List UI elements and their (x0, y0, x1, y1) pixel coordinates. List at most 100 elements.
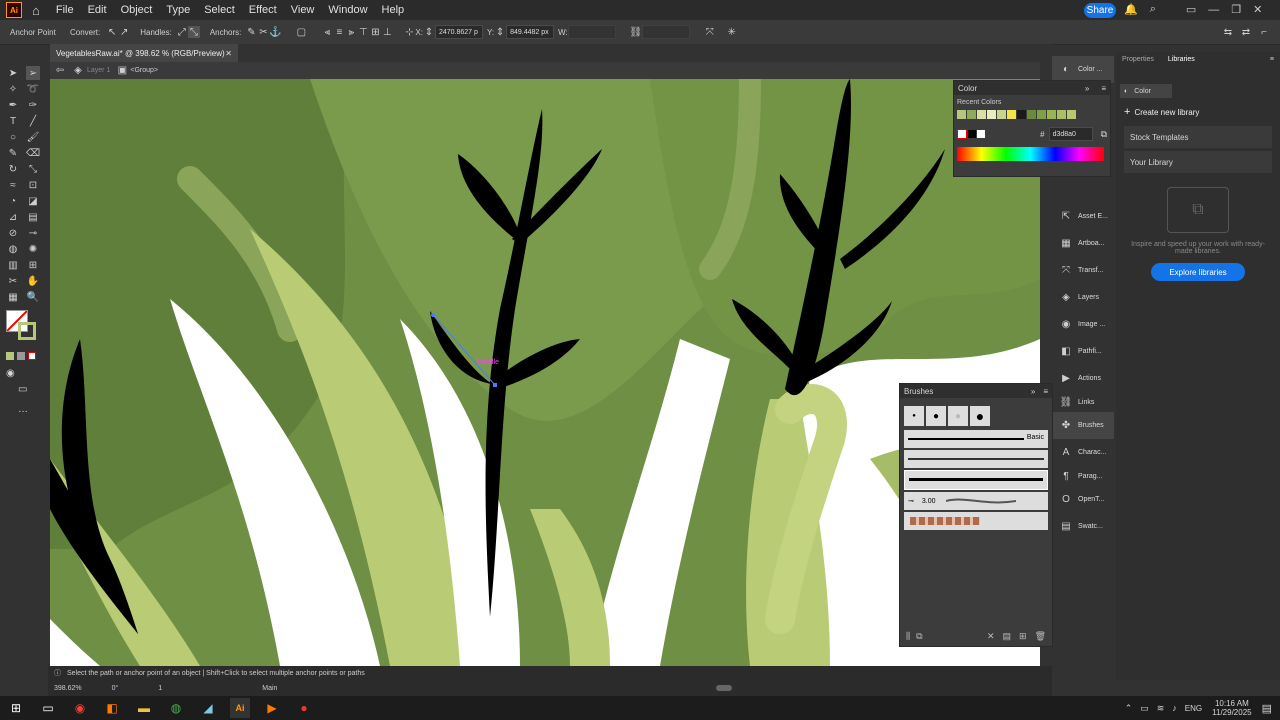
none-swatch[interactable] (957, 129, 967, 139)
recent-swatch[interactable] (1047, 110, 1056, 119)
illustrator-taskbar-icon[interactable]: Ai (230, 698, 250, 718)
dock-actions[interactable]: ▶ Actions (1052, 365, 1114, 392)
dock-links[interactable]: ⛓ Links (1052, 392, 1114, 412)
brush-dot-small[interactable]: ● (904, 406, 924, 426)
back-arrow-icon[interactable]: ⇦ (54, 65, 66, 77)
stroke-swatch[interactable] (18, 322, 36, 340)
convert-smooth-icon[interactable]: ↗ (118, 26, 130, 38)
explore-libraries-button[interactable]: Explore libraries (1151, 263, 1245, 281)
free-transform-icon[interactable]: ⊡ (26, 178, 40, 192)
none-mode-icon[interactable] (28, 352, 36, 360)
dock-opentype[interactable]: O OpenT... (1052, 486, 1114, 513)
network-icon[interactable]: ▭ (1140, 703, 1149, 714)
panel-menu-icon[interactable]: ⇆ (1222, 26, 1234, 38)
copy-hex-icon[interactable]: ⧉ (1101, 129, 1107, 140)
stock-templates-item[interactable]: Stock Templates (1124, 126, 1272, 148)
artboard-canvas[interactable]: handle (50, 79, 1040, 666)
blend-tool-icon[interactable]: ◍ (6, 242, 20, 256)
recolor-icon[interactable]: ✳ (726, 26, 738, 38)
notifications-icon[interactable]: ▤ (1262, 702, 1272, 715)
breadcrumb-group[interactable]: <Group> (130, 67, 158, 74)
x-field[interactable]: 2470.8627 p (434, 25, 483, 39)
brush-libraries-icon[interactable]: ⫼ (906, 631, 910, 642)
brush-dot-medium[interactable]: ● (926, 406, 946, 426)
magic-wand-icon[interactable]: ✧ (6, 82, 20, 96)
white-swatch[interactable] (977, 130, 985, 138)
brush-dot-soft[interactable]: ● (948, 406, 968, 426)
document-tab[interactable]: VegetablesRaw.ai* @ 398.62 % (RGB/Previe… (50, 44, 238, 62)
task-view-icon[interactable]: ▭ (38, 698, 58, 718)
draw-mode-icon[interactable]: ◉ (6, 368, 15, 379)
dock-asset-export[interactable]: ⇱ Asset E... (1052, 203, 1114, 230)
align-left-icon[interactable]: ⫷ (321, 26, 333, 38)
menu-window[interactable]: Window (328, 4, 367, 16)
shape-builder-icon[interactable]: ◔ (6, 194, 20, 208)
menu-type[interactable]: Type (166, 4, 190, 16)
wifi-icon[interactable]: ≋ (1157, 703, 1165, 714)
panel-menu-icon[interactable]: ≡ (1043, 387, 1048, 396)
rotate-tool-icon[interactable]: ↻ (6, 162, 20, 176)
language-indicator[interactable]: ENG (1185, 704, 1202, 713)
eraser-icon[interactable]: ⌫ (26, 146, 40, 160)
color-mode-icon[interactable] (6, 352, 14, 360)
dock-character[interactable]: A Charac... (1052, 439, 1114, 466)
selection-tool-icon[interactable]: ➤ (6, 66, 20, 80)
zoom-level[interactable]: 398.62% (54, 685, 82, 692)
slice-tool-icon[interactable]: ✂ (6, 274, 20, 288)
curvature-tool-icon[interactable]: ✑ (26, 98, 40, 112)
home-icon[interactable]: ⌂ (32, 3, 40, 18)
tab-properties[interactable]: Properties (1122, 56, 1154, 63)
lasso-icon[interactable]: ➰ (26, 82, 40, 96)
measure-tool-icon[interactable]: ⊸ (26, 226, 40, 240)
direction-point[interactable] (431, 313, 435, 317)
x-stepper-icon[interactable]: ⇕ (423, 26, 435, 38)
pen-tool-icon[interactable]: ✒ (6, 98, 20, 112)
arrange-icon[interactable]: ▭ (1186, 3, 1196, 16)
brush-dot-large[interactable]: ● (970, 406, 990, 426)
tray-chevron-icon[interactable]: ⌃ (1125, 703, 1133, 714)
dock-paragraph[interactable]: ¶ Parag... (1052, 466, 1114, 486)
more-tools-icon[interactable]: … (18, 404, 28, 415)
shaper-tool-icon[interactable]: ✎ (6, 146, 20, 160)
menu-help[interactable]: Help (382, 4, 405, 16)
panel-collapse-icon[interactable]: » (1031, 387, 1035, 396)
notes-icon[interactable]: ◢ (198, 698, 218, 718)
media-icon[interactable]: ▶ (262, 698, 282, 718)
clock[interactable]: 10:16 AM 11/29/2025 (1212, 699, 1251, 717)
dock-color[interactable]: ◐ Color ... (1052, 56, 1114, 83)
recent-swatch[interactable] (967, 110, 976, 119)
align-right-icon[interactable]: ⫸ (345, 26, 357, 38)
w-field[interactable] (567, 25, 616, 39)
align-center-icon[interactable]: ≡ (333, 26, 345, 38)
search-icon[interactable]: ⌕ (1150, 3, 1156, 16)
align-bottom-icon[interactable]: ⊥ (381, 26, 393, 38)
hide-handles-icon[interactable]: ⤡ (187, 26, 200, 38)
recent-swatch[interactable] (1017, 110, 1026, 119)
delete-brush-icon[interactable]: 🗑 (1035, 631, 1046, 642)
perspective-grid-icon[interactable]: ⊿ (6, 210, 20, 224)
show-handles-icon[interactable]: ⤢ (176, 26, 188, 38)
file-explorer-icon[interactable]: ▬ (134, 698, 154, 718)
menu-object[interactable]: Object (121, 4, 153, 16)
link-icon[interactable]: ⛓ (629, 26, 642, 38)
recent-swatch[interactable] (1057, 110, 1066, 119)
dock-layers[interactable]: ◈ Layers (1052, 284, 1114, 311)
ellipse-tool-icon[interactable]: ○ (6, 130, 20, 144)
dock-artboards[interactable]: ▦ Artboa... (1052, 230, 1114, 257)
create-new-library[interactable]: + Create new library (1124, 106, 1280, 118)
rotation-value[interactable]: 0° (112, 685, 119, 692)
warp-tool-icon[interactable]: ≈ (6, 178, 20, 192)
app-icon[interactable]: ◧ (102, 698, 122, 718)
panel-menu-icon[interactable]: ≡ (1270, 56, 1274, 63)
transform-icon[interactable]: ▢ (295, 26, 307, 38)
y-field[interactable]: 849.4482 px (506, 25, 555, 39)
artboard-tool-icon[interactable]: ⊞ (26, 258, 40, 272)
anchor-point[interactable] (493, 383, 497, 387)
share-button[interactable]: Share (1084, 3, 1116, 18)
new-brush-icon[interactable]: ⊞ (1019, 631, 1027, 642)
browser-icon[interactable]: ◍ (166, 698, 186, 718)
restore-icon[interactable]: ❐ (1231, 3, 1241, 16)
your-library-item[interactable]: Your Library (1124, 151, 1272, 173)
breadcrumb-layer[interactable]: Layer 1 (87, 67, 110, 74)
artwork[interactable] (50, 79, 1040, 666)
